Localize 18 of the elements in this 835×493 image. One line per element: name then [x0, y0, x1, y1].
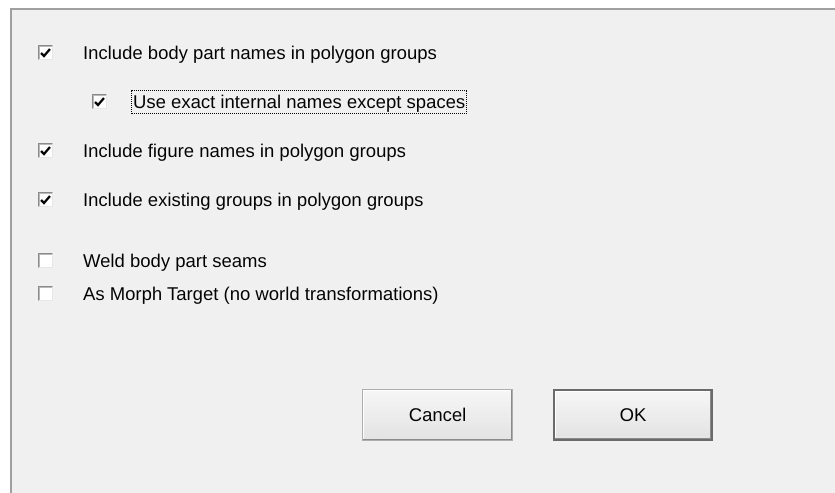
- checkbox[interactable]: [38, 192, 53, 207]
- checkbox[interactable]: [38, 143, 53, 158]
- checkbox-label[interactable]: Include existing groups in polygon groups: [81, 188, 426, 212]
- checkbox-label[interactable]: Weld body part seams: [81, 248, 269, 272]
- check-icon: [94, 96, 105, 106]
- checkbox-label[interactable]: Include figure names in polygon groups: [81, 138, 408, 162]
- cancel-button[interactable]: Cancel: [362, 389, 513, 441]
- check-icon: [40, 194, 51, 204]
- checkbox[interactable]: [38, 253, 53, 268]
- checkbox-label[interactable]: Include body part names in polygon groups: [81, 40, 439, 64]
- checkbox[interactable]: [38, 286, 53, 301]
- check-icon: [40, 48, 51, 58]
- checkbox-label[interactable]: As Morph Target (no world transformations): [81, 282, 440, 306]
- checkbox[interactable]: [38, 45, 53, 60]
- ok-button[interactable]: OK: [553, 389, 713, 441]
- check-icon: [40, 146, 51, 156]
- checkbox[interactable]: [92, 94, 107, 109]
- checkbox-label[interactable]: Use exact internal names except spaces: [131, 90, 468, 114]
